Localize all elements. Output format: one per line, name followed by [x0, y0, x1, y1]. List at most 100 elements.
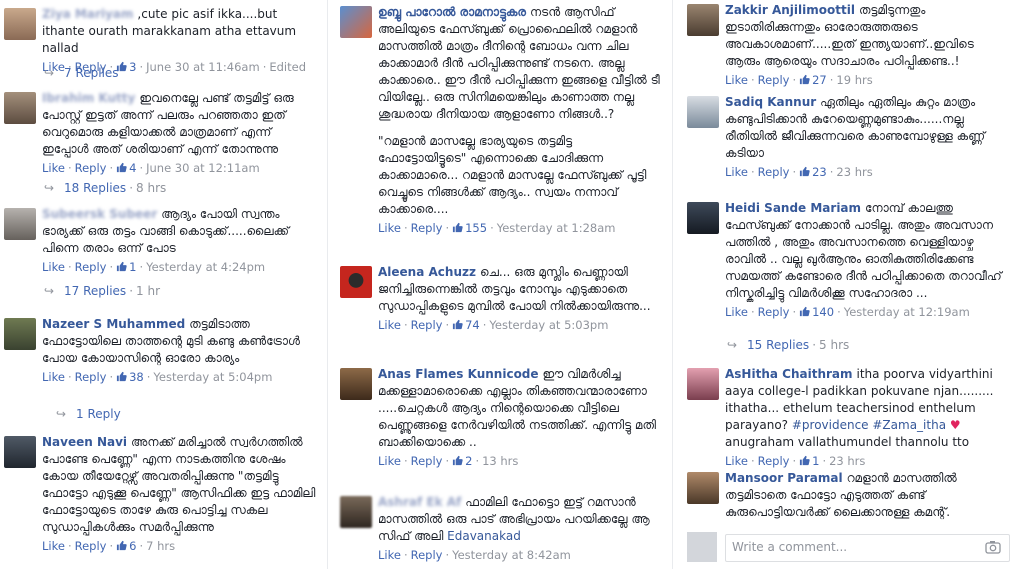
- timestamp[interactable]: 23 hrs: [836, 165, 872, 179]
- reply-link[interactable]: Reply: [758, 305, 790, 319]
- like-count[interactable]: 23: [812, 165, 827, 179]
- commenter-name[interactable]: Heidi Sande Mariam: [725, 201, 861, 215]
- timestamp[interactable]: Yesterday at 12:19am: [844, 305, 970, 319]
- like-count[interactable]: 155: [465, 221, 487, 235]
- avatar[interactable]: [687, 368, 719, 400]
- commenter-name[interactable]: Nazeer S Muhammed: [42, 317, 185, 331]
- reply-link[interactable]: Reply: [411, 318, 443, 332]
- timestamp[interactable]: 7 hrs: [146, 539, 175, 553]
- reply-link[interactable]: Reply: [758, 73, 790, 87]
- like-link[interactable]: Like: [725, 454, 748, 468]
- like-count[interactable]: 74: [465, 318, 480, 332]
- comment-meta: Like · Reply · 38 · Yesterday at 5:04pm: [42, 370, 273, 384]
- like-link[interactable]: Like: [725, 165, 748, 179]
- like-count[interactable]: 38: [129, 370, 144, 384]
- commenter-name[interactable]: Aleena Achuzz: [378, 265, 476, 279]
- commenter-name[interactable]: Subeersk Subeer: [42, 207, 157, 221]
- comment-meta: Like · Reply · Yesterday at 8:42am: [378, 548, 571, 562]
- timestamp[interactable]: June 30 at 12:11am: [146, 161, 260, 175]
- reply-link[interactable]: Reply: [75, 161, 107, 175]
- like-link[interactable]: Like: [378, 548, 401, 562]
- commenter-name[interactable]: AsHitha Chaithram: [725, 367, 853, 381]
- like-count[interactable]: 140: [812, 305, 834, 319]
- avatar[interactable]: [340, 368, 372, 400]
- reply-link[interactable]: Reply: [75, 539, 107, 553]
- like-link[interactable]: Like: [42, 539, 65, 553]
- thumbs-up-icon: [800, 306, 810, 317]
- commenter-name[interactable]: Ziya Mariyam: [42, 7, 133, 21]
- comment-meta: Like · Reply · 1 · Yesterday at 4:24pm: [42, 260, 266, 274]
- timestamp[interactable]: Yesterday at 4:24pm: [146, 260, 265, 274]
- reply-link[interactable]: Reply: [758, 165, 790, 179]
- replies-link[interactable]: ↪ 18 Replies · 8 hrs: [44, 181, 166, 195]
- avatar[interactable]: [687, 96, 719, 128]
- reply-link[interactable]: Reply: [411, 548, 443, 562]
- timestamp[interactable]: 19 hrs: [836, 73, 872, 87]
- avatar[interactable]: [4, 92, 36, 124]
- like-link[interactable]: Like: [42, 161, 65, 175]
- reply-link[interactable]: Reply: [411, 454, 443, 468]
- avatar[interactable]: [687, 472, 719, 504]
- commenter-name[interactable]: Zakkir Anjilimoottil: [725, 3, 855, 17]
- avatar: [687, 532, 717, 562]
- thumbs-up-icon: [800, 166, 810, 177]
- avatar[interactable]: [687, 4, 719, 36]
- timestamp[interactable]: June 30 at 11:46am: [146, 60, 260, 74]
- like-link[interactable]: Like: [378, 221, 401, 235]
- timestamp[interactable]: Yesterday at 5:03pm: [489, 318, 608, 332]
- commenter-name[interactable]: Ashraf Ek Af: [378, 495, 461, 509]
- comment-meta: Like · Reply · 23 · 23 hrs: [725, 165, 873, 179]
- reply-link[interactable]: Reply: [75, 370, 107, 384]
- replies-link[interactable]: ↪ 1 Reply: [56, 407, 121, 421]
- comment-meta: Like · Reply · 1 · 23 hrs: [725, 454, 866, 468]
- like-link[interactable]: Like: [378, 318, 401, 332]
- reply-link[interactable]: Reply: [411, 221, 443, 235]
- avatar[interactable]: [4, 436, 36, 468]
- timestamp[interactable]: Yesterday at 5:04pm: [153, 370, 272, 384]
- comment-meta: Like · Reply · 6 · 7 hrs: [42, 539, 176, 553]
- timestamp[interactable]: 23 hrs: [829, 454, 865, 468]
- commenter-name[interactable]: ഉബ്ബു പാറോൽ രാമനാട്ടുകര: [378, 5, 526, 19]
- avatar[interactable]: [4, 8, 36, 40]
- reply-link[interactable]: Reply: [75, 260, 107, 274]
- comment-meta: Like · Reply · 2 · 13 hrs: [378, 454, 519, 468]
- comment-text: അനക്ക് മരിച്ചാൽ സ്വർഗത്തിൽ പോണ്ടേ പെണ്ണേ…: [42, 435, 316, 534]
- avatar[interactable]: [4, 208, 36, 240]
- comment-meta: Like · Reply · 74 · Yesterday at 5:03pm: [378, 318, 609, 332]
- like-link[interactable]: Like: [42, 260, 65, 274]
- timestamp[interactable]: 13 hrs: [482, 454, 518, 468]
- timestamp[interactable]: Yesterday at 8:42am: [452, 548, 571, 562]
- commenter-name[interactable]: Ibrahim Kutty: [42, 91, 135, 105]
- timestamp[interactable]: Yesterday at 1:28am: [497, 221, 616, 235]
- edited-label: Edited: [269, 60, 306, 74]
- like-link[interactable]: Like: [725, 73, 748, 87]
- avatar[interactable]: [340, 496, 372, 528]
- like-link[interactable]: Like: [42, 370, 65, 384]
- commenter-name[interactable]: Naveen Navi: [42, 435, 127, 449]
- camera-icon[interactable]: [985, 539, 1001, 555]
- thumbs-up-icon: [117, 540, 127, 551]
- commenter-name[interactable]: Anas Flames Kunnicode: [378, 367, 539, 381]
- replies-link[interactable]: ↪ 7 Replies: [44, 66, 119, 80]
- like-link[interactable]: Like: [725, 305, 748, 319]
- replies-link[interactable]: ↪ 17 Replies · 1 hr: [44, 284, 160, 298]
- replies-link[interactable]: ↪ 15 Replies · 5 hrs: [727, 338, 849, 352]
- commenter-name[interactable]: Sadiq Kannur: [725, 95, 816, 109]
- reply-link[interactable]: Reply: [758, 454, 790, 468]
- thumbs-up-icon: [453, 319, 463, 330]
- hashtags[interactable]: #providence #Zama_itha: [792, 418, 946, 432]
- write-comment-bar: Write a comment...: [687, 532, 1010, 562]
- avatar[interactable]: [340, 266, 372, 298]
- tagged-name[interactable]: Edavanakad: [447, 529, 521, 543]
- comment-text: നടൻ ആസിഫ് അലിയുടെ ഫേസ്ബുക്ക് പ്രൊഫൈലിൽ റ…: [378, 5, 660, 121]
- avatar[interactable]: [687, 202, 719, 234]
- like-count[interactable]: 27: [812, 73, 827, 87]
- avatar[interactable]: [4, 318, 36, 350]
- avatar[interactable]: [340, 6, 372, 38]
- thumbs-up-icon: [800, 74, 810, 85]
- comment-input[interactable]: Write a comment...: [725, 534, 1010, 562]
- thumbs-up-icon: [453, 455, 463, 466]
- like-link[interactable]: Like: [378, 454, 401, 468]
- comment-meta: Like · Reply · 140 · Yesterday at 12:19am: [725, 305, 970, 319]
- commenter-name[interactable]: Mansoor Paramal: [725, 471, 843, 485]
